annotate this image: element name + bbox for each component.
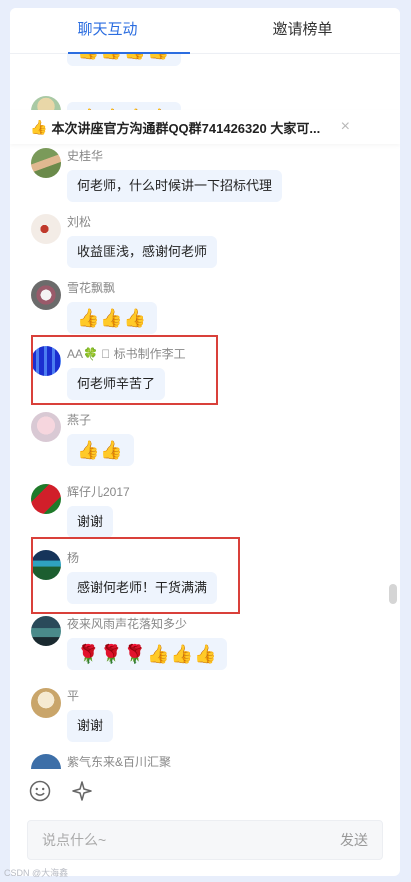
tab-invite-ranking[interactable]: 邀请榜单 [205, 8, 400, 53]
message-bubble: 何老师，什么时候讲一下招标代理 [67, 170, 283, 202]
sender-name: 刘松 [67, 215, 92, 229]
sparkle-icon[interactable] [70, 780, 94, 804]
avatar [31, 484, 61, 514]
chat-input[interactable] [28, 821, 318, 859]
message-bubble: 何老师辛苦了 [67, 368, 166, 400]
close-icon[interactable]: × [341, 118, 350, 136]
chat-scrollbar[interactable] [389, 584, 397, 604]
smiley-icon[interactable] [28, 780, 52, 804]
message-bubble: 🌹🌹🌹👍👍👍 [67, 638, 228, 670]
message-text: 感谢何老师！干货满满 [77, 580, 208, 595]
chat-toolbar [28, 780, 94, 804]
avatar [31, 550, 61, 580]
message-bubble: 收益匪浅，感谢何老师 [67, 236, 218, 268]
tab-chat[interactable]: 聊天互动 [10, 8, 205, 54]
sender-name: AA🍀 ⃞ 标书制作李工 [67, 347, 186, 361]
live-chat-panel: 聊天互动 邀请榜单 👍👍👍👍 👍 本次讲座官方沟通群QQ群741426320 大… [10, 8, 400, 876]
sender-name: 史桂华 [67, 149, 104, 163]
announcement-text: 本次讲座官方沟通群QQ群741426320 大家可... [51, 120, 321, 136]
sender-name: 燕子 [67, 413, 92, 427]
thumbs-up-icon: 👍 [30, 118, 48, 135]
message-bubble: 👍👍👍👍 [67, 54, 181, 66]
message-text: 👍👍👍 [77, 308, 148, 328]
message-text: 谢谢 [77, 514, 104, 529]
avatar [31, 616, 61, 646]
sender-name: 紫气东来&百川汇聚 [67, 755, 172, 769]
avatar [31, 412, 61, 442]
message-text: 何老师辛苦了 [77, 376, 156, 391]
pinned-announcement[interactable]: 👍 本次讲座官方沟通群QQ群741426320 大家可... × [10, 110, 400, 144]
message-text: 收益匪浅，感谢何老师 [77, 244, 208, 259]
message-text: 👍👍 [77, 440, 124, 460]
sender-name: 杨 [67, 551, 80, 565]
watermark: CSDN @大海鑫 [4, 868, 69, 878]
avatar [31, 214, 61, 244]
avatar [31, 280, 61, 310]
chat-input-bar: 发送 [27, 820, 383, 860]
message-bubble: 👍👍 [67, 434, 134, 466]
send-button[interactable]: 发送 [340, 821, 368, 859]
message-bubble: 感谢何老师！干货满满 [67, 572, 218, 604]
avatar [31, 346, 61, 376]
message-text: 👍👍👍👍 [77, 54, 171, 60]
avatar [31, 688, 61, 718]
chat-message-list[interactable]: 👍👍👍👍 👍 本次讲座官方沟通群QQ群741426320 大家可... × 👍👍… [10, 54, 400, 769]
sender-name: 辉仔儿2017 [67, 485, 130, 499]
message-text: 🌹🌹🌹👍👍👍 [77, 644, 218, 664]
message-bubble: 谢谢 [67, 506, 114, 538]
message-text: 何老师，什么时候讲一下招标代理 [77, 178, 273, 193]
message-text: 谢谢 [77, 718, 104, 733]
sender-name: 平 [67, 689, 80, 703]
sender-name: 夜来风雨声花落知多少 [67, 617, 188, 631]
tab-bar: 聊天互动 邀请榜单 [10, 8, 400, 54]
avatar [31, 148, 61, 178]
message-bubble: 谢谢 [67, 710, 114, 742]
avatar [31, 754, 61, 769]
message-bubble: 👍👍👍 [67, 302, 158, 334]
sender-name: 雪花飘飘 [67, 281, 116, 295]
